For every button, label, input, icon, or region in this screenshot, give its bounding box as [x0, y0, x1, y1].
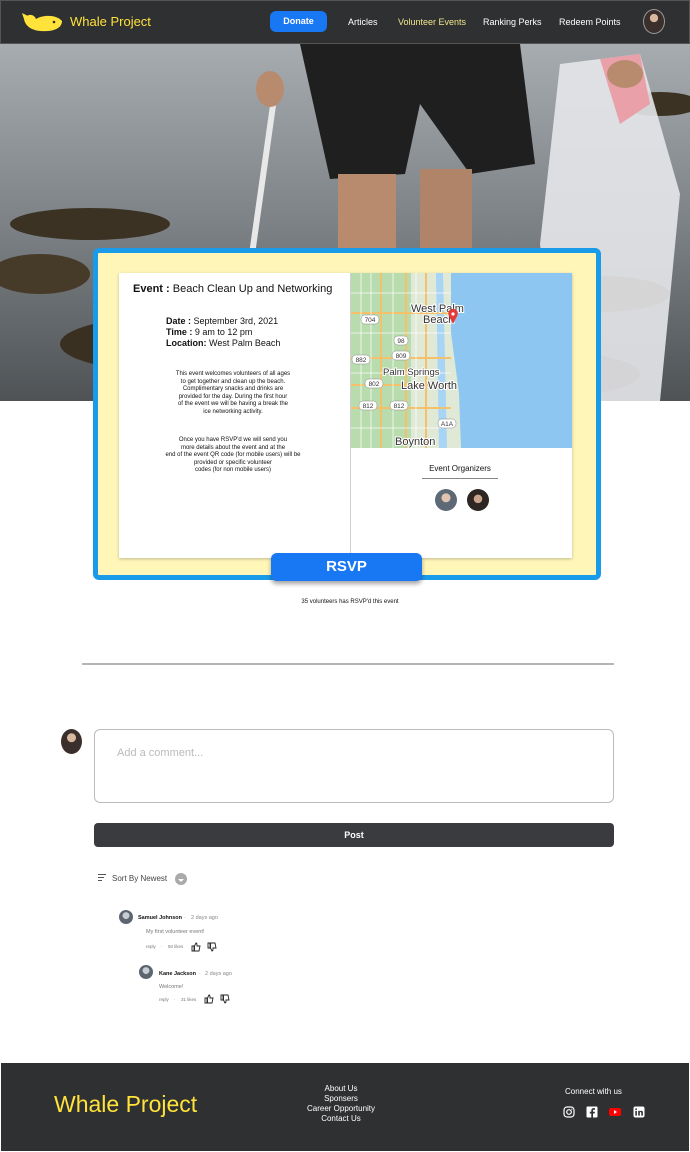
organizer-avatar[interactable] — [467, 489, 489, 511]
comment-placeholder: Add a comment... — [117, 747, 204, 759]
meta-dot: · — [161, 944, 163, 949]
date-label: Date : — [166, 316, 192, 326]
like-count: 50 likes — [168, 944, 184, 949]
event-date: September 3rd, 2021 — [193, 316, 279, 326]
organizer-avatar[interactable] — [435, 489, 457, 511]
thumbs-up-icon[interactable] — [191, 942, 201, 952]
footer-link-careers[interactable]: Career Opportunity — [300, 1104, 382, 1114]
description-line: Complimentary snacks and drinks are — [182, 386, 284, 392]
description-line: provided or specific volunteer — [193, 459, 273, 466]
current-user-avatar — [61, 729, 82, 754]
description-line: end of the event QR code (for mobile use… — [165, 452, 301, 458]
event-description: This event welcomes volunteers of all ag… — [158, 371, 308, 416]
comment-input[interactable] — [94, 729, 614, 803]
comment-author[interactable]: Samuel Johnson — [138, 915, 182, 921]
description-line: to get together and clean up the beach. — [180, 378, 286, 385]
footer-link-contact[interactable]: Contact Us — [300, 1114, 382, 1124]
footer-brand[interactable]: Whale Project — [54, 1091, 197, 1118]
facebook-icon[interactable] — [586, 1106, 598, 1118]
footer-link-about[interactable]: About Us — [300, 1084, 382, 1094]
event-title: Event : Beach Clean Up and Networking — [133, 283, 332, 295]
location-label: Location: — [166, 338, 207, 348]
event-map[interactable]: 704 98 809 882 802 812 812 A1A West Palm… — [351, 273, 572, 448]
map-label-lake-worth: Lake Worth — [401, 380, 457, 392]
description-line: This event welcomes volunteers of all ag… — [175, 371, 291, 377]
description-line: provided for the day. During the first h… — [178, 393, 288, 400]
map-label-palm-springs: Palm Springs — [383, 367, 440, 378]
commenter-avatar[interactable] — [139, 965, 153, 979]
whale-logo-icon[interactable] — [22, 11, 64, 33]
map-graphic: 704 98 809 882 802 812 812 A1A West Palm… — [351, 273, 572, 448]
nav-articles[interactable]: Articles — [348, 17, 378, 27]
comment-time: 2 days ago — [191, 915, 218, 921]
organizers-label: Event Organizers — [429, 464, 491, 473]
route-label: 704 — [365, 317, 376, 324]
sort-label[interactable]: Sort By Newest — [112, 874, 167, 883]
route-label: A1A — [441, 421, 454, 428]
youtube-icon[interactable] — [609, 1106, 621, 1118]
route-label: 98 — [397, 338, 405, 345]
section-divider — [82, 663, 614, 665]
footer-link-sponsors[interactable]: Sponsers — [300, 1094, 382, 1104]
like-count: 31 likes — [181, 997, 197, 1002]
rsvp-count: 35 volunteers has RSVP'd this event — [301, 599, 399, 605]
route-label: 812 — [363, 403, 374, 410]
rsvp-button[interactable]: RSVP — [271, 553, 422, 581]
thumbs-up-icon[interactable] — [204, 994, 214, 1004]
user-avatar[interactable] — [643, 9, 665, 34]
post-button[interactable]: Post — [94, 823, 614, 847]
event-time: 9 am to 12 pm — [194, 327, 253, 337]
sort-icon[interactable] — [98, 874, 106, 881]
map-label-boynton: Boynton — [395, 436, 435, 448]
comment-dot: · — [184, 915, 186, 921]
comment-dot: · — [199, 971, 201, 977]
nav-volunteer-events[interactable]: Volunteer Events — [398, 17, 466, 27]
description-line: ice networking activity. — [203, 408, 263, 415]
event-location: West Palm Beach — [209, 338, 281, 348]
description-line: more details about the event and at the — [180, 444, 286, 451]
nav-ranking-perks[interactable]: Ranking Perks — [483, 17, 542, 27]
event-title-text: Beach Clean Up and Networking — [172, 283, 333, 295]
description-line: codes (for non mobile users) — [194, 467, 272, 473]
time-label: Time : — [166, 327, 193, 337]
event-title-label: Event : — [133, 283, 170, 295]
event-details: Date : September 3rd, 2021 Time : 9 am t… — [166, 316, 280, 349]
comment-text: Welcome! — [159, 984, 184, 990]
commenter-avatar[interactable] — [119, 910, 133, 924]
reply-link[interactable]: reply — [159, 997, 169, 1002]
route-label: 812 — [394, 403, 405, 410]
footer-links: About Us Sponsers Career Opportunity Con… — [300, 1084, 382, 1124]
chevron-down-icon[interactable] — [175, 873, 187, 885]
description-line: Once you have RSVP'd we will send you — [178, 437, 288, 443]
thumbs-down-icon[interactable] — [220, 994, 230, 1004]
donate-button[interactable]: Donate — [270, 11, 327, 32]
route-label: 809 — [396, 353, 407, 360]
route-label: 882 — [356, 357, 367, 364]
connect-label: Connect with us — [565, 1087, 622, 1096]
nav-redeem-points[interactable]: Redeem Points — [559, 17, 621, 27]
reply-link[interactable]: reply — [146, 944, 156, 949]
description-line: of the event we will be having a break t… — [177, 401, 289, 407]
meta-dot: · — [174, 997, 176, 1002]
event-rsvp-info: Once you have RSVP'd we will send you mo… — [158, 437, 308, 475]
brand-name[interactable]: Whale Project — [70, 14, 151, 29]
thumbs-down-icon[interactable] — [207, 942, 217, 952]
route-label: 802 — [369, 381, 380, 388]
comment-text: My first volunteer event! — [146, 929, 205, 935]
linkedin-icon[interactable] — [633, 1106, 645, 1118]
organizers-underline — [422, 478, 498, 479]
instagram-icon[interactable] — [563, 1106, 575, 1118]
comment-author[interactable]: Kane Jackson — [159, 971, 196, 977]
comment-time: 2 days ago — [205, 971, 232, 977]
